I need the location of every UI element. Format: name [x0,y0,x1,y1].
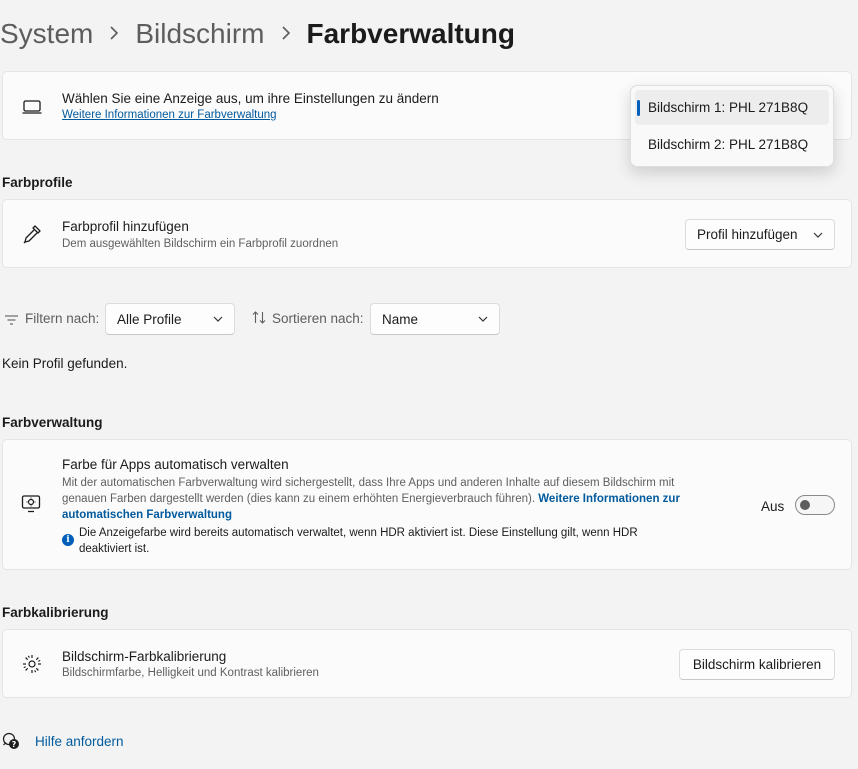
display-select-dropdown[interactable]: Bildschirm 1: PHL 271B8Q Bildschirm 2: P… [630,85,834,167]
display-option-2[interactable]: Bildschirm 2: PHL 271B8Q [635,127,829,162]
sort-dropdown-value: Name [382,311,419,327]
auto-color-toggle[interactable] [795,495,835,515]
sort-dropdown[interactable]: Name [370,303,500,335]
calibrate-button[interactable]: Bildschirm kalibrieren [679,649,835,680]
display-option-2-label: Bildschirm 2: PHL 271B8Q [648,137,809,152]
chevron-down-icon [478,314,488,324]
chevron-down-icon [213,314,223,324]
add-profile-button-label: Profil hinzufügen [697,227,798,242]
color-management-icon [21,493,43,520]
filter-dropdown[interactable]: Alle Profile [105,303,235,335]
chevron-down-icon [813,230,823,240]
display-option-1-label: Bildschirm 1: PHL 271B8Q [648,100,809,115]
calibration-subtitle: Bildschirmfarbe, Helligkeit und Kontrast… [62,667,319,679]
toggle-knob [800,500,810,510]
add-profile-button[interactable]: Profil hinzufügen [685,219,835,250]
help-icon: ? [2,732,20,755]
calibration-icon [22,654,42,679]
selection-indicator [637,100,640,116]
chevron-right-icon [109,23,119,46]
eyedropper-icon [21,223,43,250]
display-option-1[interactable]: Bildschirm 1: PHL 271B8Q [635,90,829,125]
calibration-title: Bildschirm-Farbkalibrierung [62,649,227,664]
auto-color-description: Mit der automatischen Farbverwaltung wir… [62,475,722,523]
monitor-icon [22,99,42,120]
svg-text:?: ? [12,740,17,749]
display-select-title: Wählen Sie eine Anzeige aus, um ihre Ein… [62,91,439,106]
add-profile-title: Farbprofil hinzufügen [62,219,189,234]
auto-color-card: Farbe für Apps automatisch verwalten Mit… [2,439,852,570]
calibrate-button-label: Bildschirm kalibrieren [692,657,822,672]
add-profile-subtitle: Dem ausgewählten Bildschirm ein Farbprof… [62,238,339,250]
breadcrumb-bildschirm[interactable]: Bildschirm [135,18,264,50]
auto-color-title: Farbe für Apps automatisch verwalten [62,457,289,472]
empty-profiles-text: Kein Profil gefunden. [2,356,128,371]
filter-label: Filtern nach: [25,311,100,326]
breadcrumb: System Bildschirm Farbverwaltung [0,14,515,54]
farbverwaltung-info-link[interactable]: Weitere Informationen zur Farbverwaltung [62,109,277,121]
breadcrumb-system[interactable]: System [0,18,93,50]
hdr-info-text: Die Anzeigefarbe wird bereits automatisc… [79,527,638,555]
page-title: Farbverwaltung [306,18,515,49]
help-link[interactable]: Hilfe anfordern [35,734,124,749]
add-profile-card: Farbprofil hinzufügen Dem ausgewählten B… [2,199,852,268]
filter-dropdown-value: Alle Profile [117,311,182,327]
sort-icon [252,311,266,329]
calibration-card: Bildschirm-Farbkalibrierung Bildschirmfa… [2,629,852,698]
toggle-state-label: Aus [761,499,785,514]
section-heading-farbkalibrierung: Farbkalibrierung [2,605,109,620]
sort-label: Sortieren nach: [272,311,364,326]
section-heading-farbverwaltung: Farbverwaltung [2,415,103,430]
chevron-right-icon [281,23,291,46]
info-icon: i [62,534,74,546]
filter-icon [5,312,18,330]
section-heading-farbprofile: Farbprofile [2,175,73,190]
